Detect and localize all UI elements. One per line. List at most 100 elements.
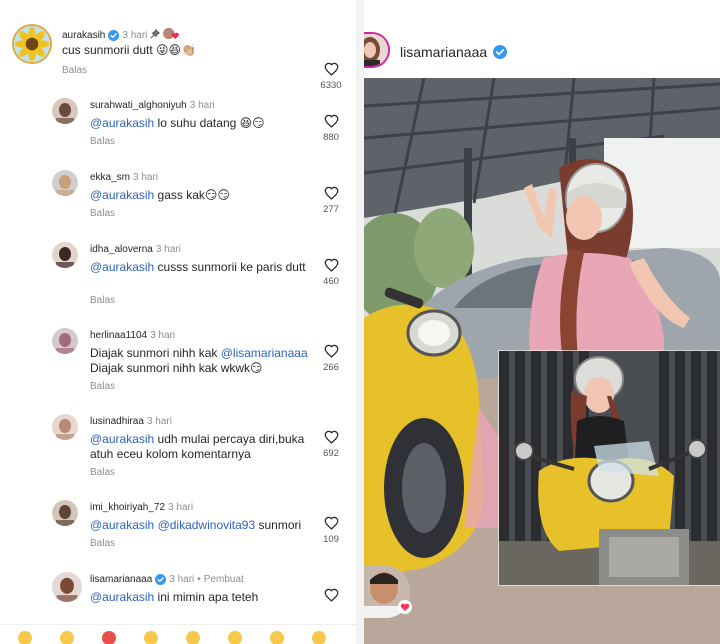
creator-heart-icon [163, 27, 180, 43]
emoji-reaction-icon[interactable] [18, 631, 32, 644]
commenter-avatar[interactable] [52, 328, 78, 354]
like-count: 460 [323, 276, 339, 287]
verified-badge-icon [108, 29, 120, 41]
mention-link[interactable]: @aurakasih [90, 432, 154, 446]
heart-outline-icon[interactable] [306, 114, 356, 128]
comment-header: ekka_sm 3 hari [90, 172, 158, 183]
sunflower-avatar[interactable] [12, 24, 52, 64]
comment-item: ekka_sm 3 hari @aurakasih gass kak😏😏 Balas 2… [0, 170, 356, 250]
heart-outline-icon[interactable] [306, 186, 356, 200]
commenter-avatar[interactable] [52, 242, 78, 268]
author-badge: Pembuat [203, 574, 244, 585]
comment-header: lisamarianaaa 3 hari • Pembuat [90, 574, 244, 585]
panel-divider [356, 0, 364, 644]
comment-header: lusinadhiraa 3 hari [90, 416, 172, 427]
comment-header: herlinaa1104 3 hari [90, 330, 175, 341]
comment-header: aurakasih 3 hari [62, 27, 180, 43]
comment-time: 3 hari [155, 244, 181, 255]
comment-text-segment: ini mimin apa teteh [154, 590, 259, 604]
inset-video-clip[interactable] [498, 350, 720, 586]
comment-item: aurakasih 3 hari cus sunmorii dutt 😜😆👏🏼 Bal… [0, 24, 356, 104]
mention-link[interactable]: @aurakasih [90, 188, 154, 202]
heart-outline-icon[interactable] [306, 344, 356, 358]
heart-outline-icon[interactable] [306, 430, 356, 444]
mention-link[interactable]: @aurakasih [90, 116, 154, 130]
mention-link[interactable]: @aurakasih [90, 260, 154, 274]
emoji-reaction-icon[interactable] [270, 631, 284, 644]
emoji-reaction-icon[interactable] [144, 631, 158, 644]
comment-item: lusinadhiraa 3 hari @aurakasih udh mulai p… [0, 414, 356, 494]
comment-time: 3 hari [169, 574, 195, 585]
emoji-reaction-icon[interactable] [228, 631, 242, 644]
commenter-avatar[interactable] [52, 500, 78, 526]
comment-time: 3 hari [133, 172, 159, 183]
emoji-reaction-icon[interactable] [186, 631, 200, 644]
like-control[interactable]: 266 [306, 344, 356, 373]
comment-text-segment: Diajak sunmori nihh kak wkwk😏 [90, 361, 263, 375]
comment-username[interactable]: lisamarianaaa [90, 574, 152, 585]
reply-button[interactable]: Balas [90, 295, 115, 306]
like-count: 109 [323, 534, 339, 545]
like-control[interactable]: 277 [306, 186, 356, 215]
heart-outline-icon[interactable] [306, 258, 356, 272]
pin-icon [150, 28, 161, 42]
reply-button[interactable]: Balas [90, 208, 115, 219]
like-control[interactable]: 880 [306, 114, 356, 143]
comment-text-segment: Diajak sunmori nihh kak [90, 346, 221, 360]
commenter-avatar[interactable] [52, 170, 78, 196]
heart-outline-icon[interactable] [306, 588, 356, 602]
post-video[interactable] [364, 78, 720, 644]
comment-text: @aurakasih udh mulai percaya diri,buka a… [90, 432, 315, 462]
commenter-avatar[interactable] [52, 98, 78, 124]
emoji-reaction-icon[interactable] [102, 631, 116, 644]
emoji-reaction-bar[interactable] [0, 624, 356, 644]
like-control[interactable]: 460 [306, 258, 356, 287]
like-count: 880 [323, 132, 339, 143]
heart-outline-icon[interactable] [306, 516, 356, 530]
like-count: 6330 [320, 80, 342, 91]
comment-text: @aurakasih gass kak😏😏 [90, 188, 315, 203]
like-control[interactable]: 692 [306, 430, 356, 459]
like-control[interactable]: 6330 [306, 62, 356, 91]
comment-username[interactable]: imi_khoiriyah_72 [90, 502, 165, 513]
reply-button[interactable]: Balas [90, 136, 115, 147]
comment-text: cus sunmorii dutt 😜😆👏🏼 [62, 43, 302, 58]
like-count: 277 [323, 204, 339, 215]
emoji-reaction-icon[interactable] [312, 631, 326, 644]
comment-time: 3 hari [150, 330, 176, 341]
comment-header: idha_aloverna 3 hari [90, 244, 181, 255]
post-author[interactable]: lisamarianaaa [400, 44, 508, 60]
comment-text: Diajak sunmori nihh kak @lisamarianaaa D… [90, 346, 315, 376]
mention-link[interactable]: @dikadwinovita93 [158, 518, 256, 532]
heart-outline-icon[interactable] [306, 62, 356, 76]
mention-link[interactable]: @aurakasih [90, 590, 154, 604]
mention-link[interactable]: @aurakasih [90, 518, 154, 532]
verified-badge-icon [493, 45, 508, 59]
comment-text-segment: sunmori [255, 518, 302, 532]
comment-text-segment: gass kak😏😏 [154, 188, 230, 202]
comment-username[interactable]: herlinaa1104 [90, 330, 147, 341]
mention-link[interactable]: @lisamarianaaa [221, 346, 308, 360]
reply-button[interactable]: Balas [90, 538, 115, 549]
post-author-username[interactable]: lisamarianaaa [400, 44, 487, 60]
comment-username[interactable]: surahwati_alghoniyuh [90, 100, 187, 111]
reply-button[interactable]: Balas [62, 65, 87, 76]
comment-text-segment: cusss sunmorii ke paris dutt [154, 260, 306, 274]
post-author-avatar[interactable] [364, 32, 390, 68]
reply-button[interactable]: Balas [90, 467, 115, 478]
heart-reaction-icon [398, 600, 412, 614]
commenter-avatar[interactable] [52, 414, 78, 440]
comment-text: @aurakasih lo suhu datang 😆😏 [90, 116, 315, 131]
commenter-avatar[interactable] [52, 572, 82, 602]
like-control[interactable] [306, 588, 356, 602]
comment-username[interactable]: lusinadhiraa [90, 416, 144, 427]
comment-username[interactable]: ekka_sm [90, 172, 130, 183]
post-panel: lisamarianaaa [364, 0, 720, 644]
comment-text-segment: lo suhu datang 😆😏 [154, 116, 265, 130]
comment-username[interactable]: aurakasih [62, 30, 105, 41]
like-control[interactable]: 109 [306, 516, 356, 545]
reply-button[interactable]: Balas [90, 381, 115, 392]
post-header: lisamarianaaa [364, 0, 720, 78]
emoji-reaction-icon[interactable] [60, 631, 74, 644]
comment-username[interactable]: idha_aloverna [90, 244, 153, 255]
